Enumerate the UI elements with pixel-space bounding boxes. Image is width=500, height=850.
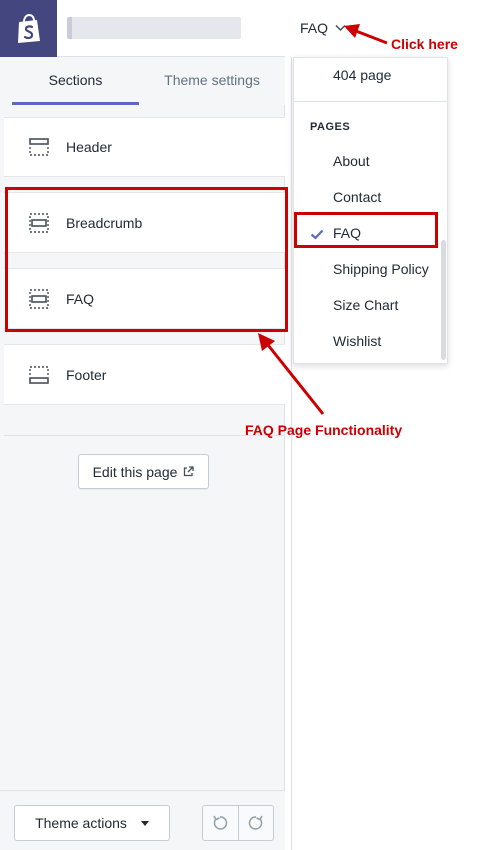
dropdown-item-404[interactable]: 404 page (333, 67, 391, 83)
sidebar-tabs: Sections Theme settings (0, 57, 285, 105)
section-item-footer[interactable]: Footer (4, 344, 285, 405)
footer-section-icon (29, 365, 49, 384)
edit-this-page-button[interactable]: Edit this page (78, 454, 209, 489)
section-label: FAQ (66, 290, 95, 307)
chevron-down-icon (335, 24, 346, 32)
dropdown-scrollbar[interactable] (441, 240, 446, 360)
section-item-header[interactable]: Header (4, 117, 285, 177)
page-selector[interactable]: FAQ (300, 17, 346, 39)
section-icon (29, 288, 49, 309)
dropdown-item-about[interactable]: About (333, 153, 370, 169)
page-selector-label: FAQ (300, 20, 329, 36)
section-icon (29, 212, 49, 233)
sidebar-divider (4, 435, 285, 436)
redo-icon (248, 815, 263, 830)
theme-actions-button[interactable]: Theme actions (14, 805, 170, 841)
sidebar-topbar (0, 0, 285, 57)
section-label: Breadcrumb (66, 214, 143, 231)
undo-redo-group (202, 805, 274, 841)
store-name-placeholder (67, 17, 241, 39)
shopify-bag-icon (17, 13, 40, 43)
section-label: Header (66, 139, 112, 155)
section-label: Footer (66, 366, 107, 383)
redo-button[interactable] (237, 806, 274, 840)
dropdown-item-faq[interactable]: FAQ (333, 225, 361, 241)
theme-editor-sidebar: Sections Theme settings Header Breadcrum… (0, 0, 285, 850)
checkmark-icon (310, 229, 324, 240)
external-link-icon (184, 466, 195, 477)
dropdown-item-shipping-policy[interactable]: Shipping Policy (333, 261, 429, 277)
undo-button[interactable] (203, 806, 238, 840)
shopify-logo[interactable] (0, 0, 57, 57)
edit-this-page-label: Edit this page (92, 463, 178, 480)
tab-sections[interactable]: Sections (12, 57, 139, 105)
sidebar-bottom-bar: Theme actions (0, 790, 285, 850)
dropdown-item-contact[interactable]: Contact (333, 189, 381, 205)
theme-actions-label: Theme actions (35, 815, 127, 831)
header-section-icon (29, 138, 49, 156)
annotation-faq-functionality: FAQ Page Functionality (245, 422, 403, 438)
undo-icon (213, 815, 228, 830)
annotation-click-here: Click here (391, 36, 458, 52)
dropdown-item-wishlist[interactable]: Wishlist (333, 333, 381, 349)
section-item-faq[interactable]: FAQ (4, 268, 285, 329)
tab-theme-settings[interactable]: Theme settings (139, 57, 285, 105)
dropdown-separator (294, 101, 447, 102)
dropdown-item-size-chart[interactable]: Size Chart (333, 297, 398, 313)
dropdown-heading-pages: PAGES (310, 121, 351, 133)
caret-down-icon (140, 820, 149, 826)
section-item-breadcrumb[interactable]: Breadcrumb (4, 192, 285, 253)
page-dropdown: 404 page PAGES About Contact FAQ Shippin… (293, 57, 448, 364)
